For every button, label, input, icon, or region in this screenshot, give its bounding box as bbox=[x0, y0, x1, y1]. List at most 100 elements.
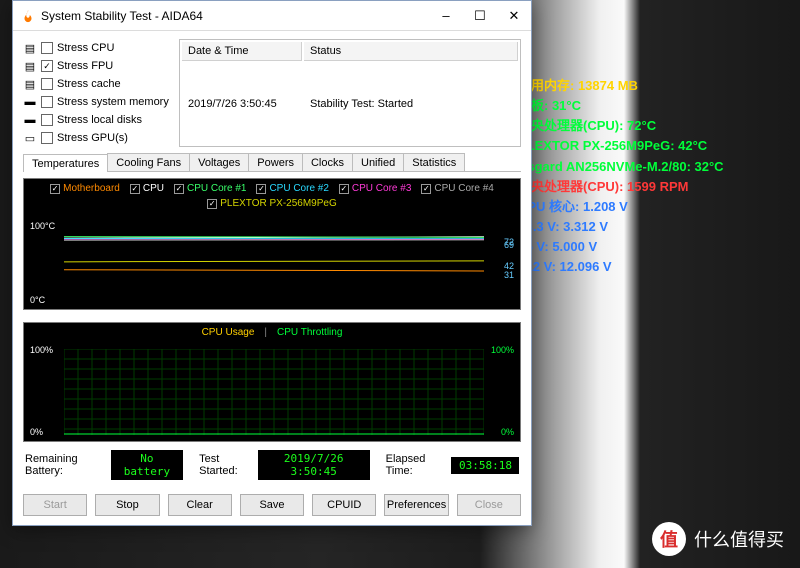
legend-label: CPU bbox=[143, 183, 164, 194]
tab-unified[interactable]: Unified bbox=[352, 153, 404, 171]
stress-label: Stress system memory bbox=[57, 96, 169, 108]
overlay-line: +5 V: 5.000 V bbox=[518, 237, 790, 257]
temperature-plot bbox=[64, 215, 484, 295]
legend-item[interactable]: ✓CPU Core #1 bbox=[174, 183, 246, 194]
log-header-datetime[interactable]: Date & Time bbox=[182, 42, 302, 61]
elapsed-value: 03:58:18 bbox=[451, 457, 519, 474]
checkbox[interactable] bbox=[41, 96, 53, 108]
tab-statistics[interactable]: Statistics bbox=[403, 153, 465, 171]
status-bar: Remaining Battery: No battery Test Start… bbox=[23, 448, 521, 482]
legend-checkbox[interactable]: ✓ bbox=[50, 184, 60, 194]
smzdm-text: 什么值得买 bbox=[694, 526, 784, 552]
button-row: StartStopClearSaveCPUIDPreferencesClose bbox=[23, 488, 521, 518]
cpuid-button[interactable]: CPUID bbox=[312, 494, 376, 516]
usage-axis-rmin: 0% bbox=[501, 427, 514, 437]
temp-marker: 69 bbox=[504, 240, 514, 250]
device-icon: ▭ bbox=[23, 132, 37, 144]
stress-label: Stress cache bbox=[57, 78, 121, 90]
legend-checkbox[interactable]: ✓ bbox=[339, 184, 349, 194]
stress-label: Stress local disks bbox=[57, 114, 142, 126]
legend-label: CPU Core #1 bbox=[187, 183, 246, 194]
tab-clocks[interactable]: Clocks bbox=[302, 153, 353, 171]
start-button: Start bbox=[23, 494, 87, 516]
started-value: 2019/7/26 3:50:45 bbox=[258, 450, 370, 480]
graph-tabs: TemperaturesCooling FansVoltagesPowersCl… bbox=[23, 153, 521, 172]
temperature-legend: ✓Motherboard✓CPU✓CPU Core #1✓CPU Core #2… bbox=[24, 179, 520, 213]
device-icon: ▬ bbox=[23, 114, 37, 126]
tab-powers[interactable]: Powers bbox=[248, 153, 303, 171]
stress-label: Stress GPU(s) bbox=[57, 132, 128, 144]
battery-label: Remaining Battery: bbox=[25, 453, 105, 477]
legend-label: CPU Core #3 bbox=[352, 183, 411, 194]
legend-label: CPU Core #2 bbox=[269, 183, 328, 194]
legend-checkbox[interactable]: ✓ bbox=[174, 184, 184, 194]
overlay-line: PLEXTOR PX-256M9PeG: 42°C bbox=[518, 136, 790, 156]
stress-option[interactable]: ▤Stress CPU bbox=[23, 39, 171, 57]
usage-graph: CPU Usage|CPU Throttling 100% 0% 100% 0% bbox=[23, 322, 521, 442]
legend-checkbox[interactable]: ✓ bbox=[130, 184, 140, 194]
started-label: Test Started: bbox=[199, 453, 252, 477]
battery-value: No battery bbox=[111, 450, 183, 480]
clear-button[interactable]: Clear bbox=[168, 494, 232, 516]
smzdm-badge-icon: 值 bbox=[652, 522, 686, 556]
elapsed-label: Elapsed Time: bbox=[386, 453, 445, 477]
checkbox[interactable] bbox=[41, 42, 53, 54]
legend-item[interactable]: ✓CPU Core #3 bbox=[339, 183, 411, 194]
smzdm-watermark: 值 什么值得买 bbox=[652, 522, 784, 556]
legend-label: CPU Core #4 bbox=[434, 183, 493, 194]
sensor-overlay: 可用内存: 13874 MB主板: 31°C中央处理器(CPU): 72°CPL… bbox=[518, 76, 790, 277]
legend-item[interactable]: ✓Motherboard bbox=[50, 183, 120, 194]
usage-axis-rmax: 100% bbox=[491, 345, 514, 355]
overlay-line: CPU 核心: 1.208 V bbox=[518, 197, 790, 217]
stress-option[interactable]: ▤ Stress cache bbox=[23, 75, 171, 93]
minimize-button[interactable]: – bbox=[429, 2, 463, 30]
stress-option[interactable]: ▬ Stress local disks bbox=[23, 111, 171, 129]
legend-checkbox[interactable]: ✓ bbox=[256, 184, 266, 194]
stop-button[interactable]: Stop bbox=[95, 494, 159, 516]
device-icon: ▬ bbox=[23, 96, 37, 108]
legend-item[interactable]: ✓CPU Core #4 bbox=[421, 183, 493, 194]
checkbox[interactable] bbox=[41, 78, 53, 90]
temperature-graph: ✓Motherboard✓CPU✓CPU Core #1✓CPU Core #2… bbox=[23, 178, 521, 310]
checkbox[interactable]: ✓ bbox=[41, 60, 53, 72]
stress-option[interactable]: ▤ ✓ Stress FPU bbox=[23, 57, 171, 75]
aida64-window: System Stability Test - AIDA64 – ☐ ✕ ▤St… bbox=[12, 0, 532, 526]
tab-voltages[interactable]: Voltages bbox=[189, 153, 249, 171]
stress-options: ▤Stress CPU ▤ ✓ Stress FPU ▤ Stress cache ▬ Str… bbox=[23, 39, 171, 147]
legend-item[interactable]: ✓PLEXTOR PX-256M9PeG bbox=[207, 198, 337, 209]
temp-axis-max: 100°C bbox=[30, 221, 55, 231]
tab-cooling-fans[interactable]: Cooling Fans bbox=[107, 153, 190, 171]
close-window-button[interactable]: ✕ bbox=[497, 2, 531, 30]
app-icon bbox=[21, 9, 35, 23]
tab-temperatures[interactable]: Temperatures bbox=[23, 154, 108, 172]
usage-plot bbox=[64, 349, 484, 435]
stress-option[interactable]: ▬ Stress system memory bbox=[23, 93, 171, 111]
stress-label: Stress FPU bbox=[57, 60, 113, 72]
temp-marker: 31 bbox=[504, 270, 514, 280]
stress-option[interactable]: ▭ Stress GPU(s) bbox=[23, 129, 171, 147]
log-row[interactable]: 2019/7/26 3:50:45 Stability Test: Starte… bbox=[182, 63, 518, 144]
usage-legend: CPU Usage|CPU Throttling bbox=[24, 323, 520, 342]
status-log-table: Date & Time Status 2019/7/26 3:50:45 Sta… bbox=[179, 39, 521, 147]
temp-axis-min: 0°C bbox=[30, 295, 45, 305]
overlay-line: +3.3 V: 3.312 V bbox=[518, 217, 790, 237]
titlebar[interactable]: System Stability Test - AIDA64 – ☐ ✕ bbox=[13, 1, 531, 31]
overlay-line: 中央处理器(CPU): 1599 RPM bbox=[518, 177, 790, 197]
legend-checkbox[interactable]: ✓ bbox=[421, 184, 431, 194]
device-icon: ▤ bbox=[23, 78, 37, 90]
legend-checkbox[interactable]: ✓ bbox=[207, 199, 217, 209]
legend-item[interactable]: ✓CPU bbox=[130, 183, 164, 194]
overlay-line: +12 V: 12.096 V bbox=[518, 257, 790, 277]
checkbox[interactable] bbox=[41, 114, 53, 126]
overlay-line: 可用内存: 13874 MB bbox=[518, 76, 790, 96]
preferences-button[interactable]: Preferences bbox=[384, 494, 448, 516]
legend-label: CPU Usage bbox=[202, 327, 255, 338]
overlay-line: 中央处理器(CPU): 72°C bbox=[518, 116, 790, 136]
log-header-status[interactable]: Status bbox=[304, 42, 518, 61]
save-button[interactable]: Save bbox=[240, 494, 304, 516]
checkbox[interactable] bbox=[41, 132, 53, 144]
legend-item[interactable]: ✓CPU Core #2 bbox=[256, 183, 328, 194]
maximize-button[interactable]: ☐ bbox=[463, 2, 497, 30]
device-icon: ▤ bbox=[23, 60, 37, 72]
legend-label: CPU Throttling bbox=[277, 327, 342, 338]
